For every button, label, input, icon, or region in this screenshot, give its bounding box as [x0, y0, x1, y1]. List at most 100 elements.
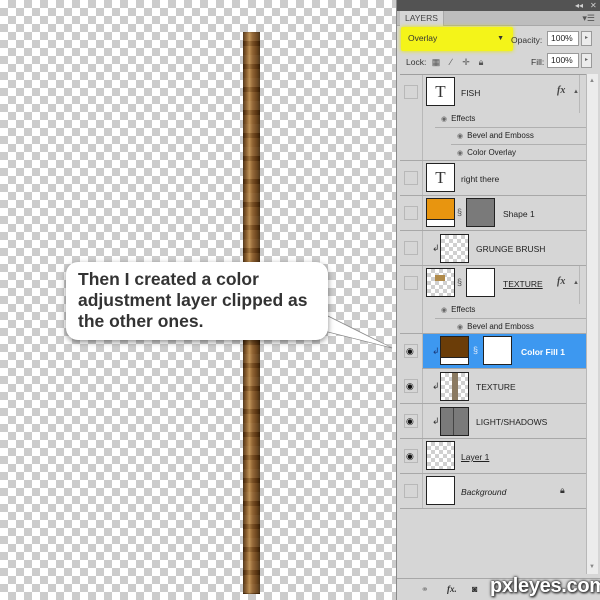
- layer-thumbnail: T: [426, 163, 455, 192]
- eye-icon[interactable]: ◉: [457, 133, 463, 140]
- scroll-down-icon[interactable]: ▼: [589, 564, 595, 570]
- layer-row-color-fill-1[interactable]: ◉ ↲ § Color Fill 1: [400, 334, 586, 369]
- visibility-toggle[interactable]: ◉: [404, 379, 418, 393]
- effect-item[interactable]: ◉ Bevel and Emboss: [457, 131, 534, 140]
- callout-text: Then I created a color adjustment layer …: [78, 269, 308, 331]
- layer-name[interactable]: GRUNGE BRUSH: [476, 244, 545, 254]
- layer-name[interactable]: Background: [461, 487, 506, 497]
- layer-row-layer-1[interactable]: ◉ Layer 1: [400, 439, 586, 474]
- shape-fill-thumbnail: [426, 198, 455, 227]
- layer-row-texture[interactable]: ◉ ↲ TEXTURE: [400, 369, 586, 404]
- opacity-slider-button[interactable]: ▸: [581, 31, 592, 46]
- row-divider: [422, 231, 423, 265]
- layer-thumbnail: T: [426, 77, 455, 106]
- add-mask-icon[interactable]: ◙: [472, 584, 477, 594]
- layer-row-fish[interactable]: T FISH fx ▲ ◉ Effects ◉ Bevel and Emboss ◉…: [400, 75, 586, 161]
- fill-slider-button[interactable]: ▸: [581, 53, 592, 68]
- layers-scrollbar[interactable]: ▲ ▼: [586, 74, 598, 574]
- layer-row-grunge-brush[interactable]: ↲ GRUNGE BRUSH: [400, 231, 586, 266]
- layer-name[interactable]: FISH: [461, 88, 480, 98]
- lock-label: Lock:: [406, 57, 427, 67]
- layer-thumbnail: [440, 372, 469, 401]
- effect-item[interactable]: ◉ Bevel and Emboss: [457, 322, 534, 331]
- layer-row-background[interactable]: Background 🔒︎: [400, 474, 586, 509]
- lock-image-icon[interactable]: ∕: [446, 57, 456, 67]
- effects-label: Effects: [451, 305, 476, 314]
- callout-bubble: Then I created a color adjustment layer …: [66, 262, 328, 340]
- fill-input[interactable]: 100%: [547, 53, 579, 68]
- lock-all-icon[interactable]: 🔒︎: [476, 57, 486, 68]
- effects-header[interactable]: ◉ Effects: [441, 114, 475, 123]
- effects-header[interactable]: ◉ Effects: [441, 305, 475, 314]
- visibility-toggle[interactable]: [404, 484, 418, 498]
- visibility-toggle[interactable]: ◉: [404, 344, 418, 358]
- layers-panel: ◂◂ ✕ LAYERS ▾☰ Overlay ▼ Opacity: 100% ▸…: [396, 0, 600, 600]
- fx-icon[interactable]: fx: [557, 85, 565, 96]
- eye-icon[interactable]: ◉: [441, 307, 447, 314]
- row-divider: [451, 144, 586, 145]
- layer-row-right-there[interactable]: T right there: [400, 161, 586, 196]
- layer-thumbnail: [426, 441, 455, 470]
- link-icon[interactable]: §: [457, 277, 462, 287]
- eye-icon: ◉: [406, 451, 414, 461]
- opacity-input[interactable]: 100%: [547, 31, 579, 46]
- eye-icon[interactable]: ◉: [457, 150, 463, 157]
- link-icon[interactable]: §: [473, 345, 478, 355]
- close-icon[interactable]: ✕: [590, 0, 597, 11]
- effect-item[interactable]: ◉ Color Overlay: [457, 148, 516, 157]
- effect-label: Color Overlay: [467, 148, 517, 157]
- effect-label: Bevel and Emboss: [467, 322, 534, 331]
- layer-name[interactable]: Shape 1: [503, 209, 535, 219]
- visibility-toggle[interactable]: [404, 241, 418, 255]
- link-layers-icon[interactable]: ⚭: [421, 584, 429, 595]
- blend-mode-value: Overlay: [408, 33, 438, 43]
- blend-mode-select[interactable]: Overlay ▼: [405, 31, 508, 46]
- row-divider: [579, 266, 580, 304]
- row-divider: [579, 75, 580, 113]
- visibility-toggle[interactable]: [404, 171, 418, 185]
- layer-row-light-shadows[interactable]: ◉ ↲ LIGHT/SHADOWS: [400, 404, 586, 439]
- layers-list: T FISH fx ▲ ◉ Effects ◉ Bevel and Emboss ◉…: [400, 74, 586, 574]
- visibility-toggle[interactable]: [404, 276, 418, 290]
- link-icon[interactable]: §: [457, 207, 462, 217]
- lock-icon: 🔒︎: [560, 485, 565, 495]
- row-divider: [422, 196, 423, 230]
- visibility-toggle[interactable]: [404, 206, 418, 220]
- vector-mask-thumbnail: [466, 198, 495, 227]
- layer-thumbnail: [426, 476, 455, 505]
- visibility-toggle[interactable]: ◉: [404, 449, 418, 463]
- effects-label: Effects: [451, 114, 476, 123]
- layer-name[interactable]: LIGHT/SHADOWS: [476, 417, 547, 427]
- eye-icon[interactable]: ◉: [441, 116, 447, 123]
- watermark: pxleyes.com: [490, 575, 600, 597]
- layer-name[interactable]: right there: [461, 174, 499, 184]
- fill-label: Fill:: [531, 57, 545, 67]
- layer-name[interactable]: TEXTURE: [503, 279, 543, 289]
- eye-icon[interactable]: ◉: [457, 324, 463, 331]
- row-divider: [422, 75, 423, 160]
- lock-transparent-icon[interactable]: ▦: [431, 57, 441, 68]
- fx-icon[interactable]: fx: [557, 276, 565, 287]
- layer-name[interactable]: TEXTURE: [476, 382, 516, 392]
- row-divider: [422, 266, 423, 333]
- layer-name[interactable]: Layer 1: [461, 452, 489, 462]
- row-divider: [422, 439, 423, 473]
- tab-layers[interactable]: LAYERS: [400, 11, 444, 26]
- fx-icon[interactable]: fx.: [447, 584, 457, 594]
- row-divider: [435, 127, 586, 128]
- fill-color-thumbnail: [440, 336, 469, 365]
- visibility-toggle[interactable]: [404, 85, 418, 99]
- eye-icon: ◉: [406, 381, 414, 391]
- visibility-toggle[interactable]: ◉: [404, 414, 418, 428]
- scroll-up-icon[interactable]: ▲: [589, 78, 595, 84]
- layer-thumbnail: [440, 407, 469, 436]
- layer-name[interactable]: Color Fill 1: [521, 347, 565, 357]
- layer-row-texture-fx[interactable]: § TEXTURE fx ▲ ◉ Effects ◉ Bevel and Embos…: [400, 266, 586, 334]
- panel-menu-icon[interactable]: ▾☰: [582, 13, 595, 24]
- row-divider: [422, 334, 423, 368]
- row-divider: [435, 318, 586, 319]
- collapse-icon[interactable]: ◂◂: [575, 0, 583, 11]
- eye-icon: ◉: [406, 416, 414, 426]
- layer-row-shape-1[interactable]: § Shape 1: [400, 196, 586, 231]
- lock-position-icon[interactable]: ✛: [461, 57, 471, 68]
